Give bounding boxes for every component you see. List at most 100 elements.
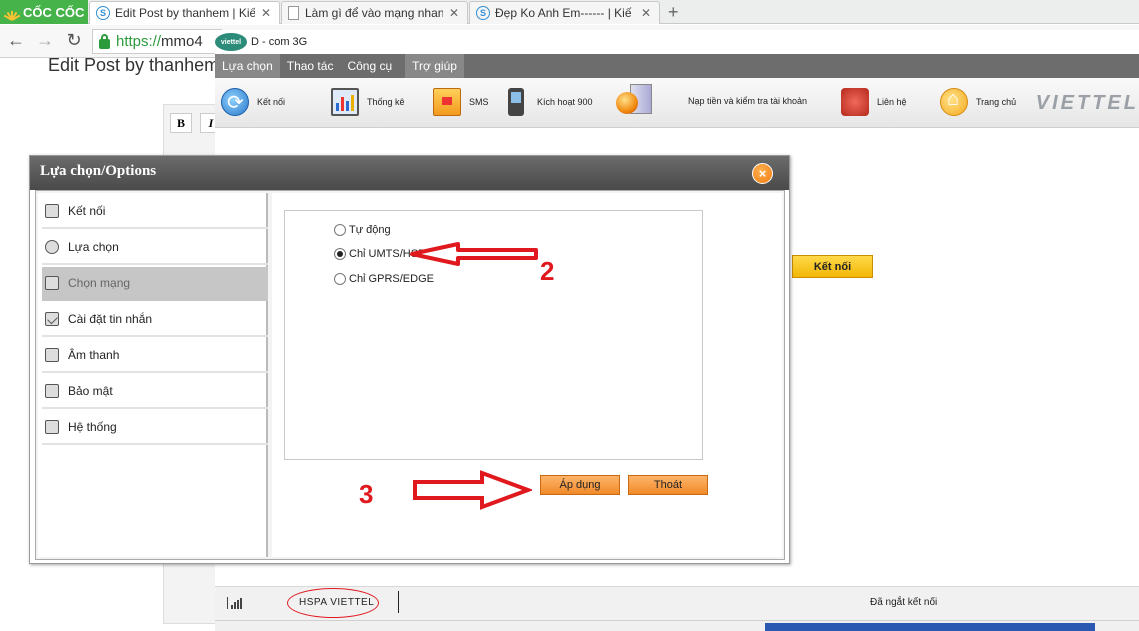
toolbar-statistics-button[interactable]: Thống kê <box>331 88 405 116</box>
browser-tabstrip: CỐC CỐC S Edit Post by thanhem | Kiế ✕ L… <box>0 0 1139 24</box>
telephone-icon <box>841 88 869 116</box>
bold-button[interactable]: B <box>170 113 192 133</box>
annotation-step-3: 3 <box>359 479 374 509</box>
status-separator <box>398 591 399 613</box>
sidebar-item-label: Chọn mạng <box>68 276 131 290</box>
app-title: D - com 3G <box>251 36 308 48</box>
sidebar-item-messages[interactable]: Cài đặt tin nhắn <box>42 303 268 337</box>
toolbar-contact-button[interactable]: Liên hệ <box>841 88 907 116</box>
browser-brand[interactable]: CỐC CỐC <box>0 0 88 24</box>
toolbar-label: SMS <box>469 97 489 107</box>
page-title: Edit Post by thanhem <box>48 55 220 75</box>
app-toolbar: Kết nối Thống kê SMS Kích hoạt 900 Nạp t… <box>215 78 1139 128</box>
browser-tab-1[interactable]: S Edit Post by thanhem | Kiế ✕ <box>89 1 280 24</box>
speaker-icon <box>45 348 59 362</box>
connect-button[interactable]: Kết nối <box>792 255 873 278</box>
dialog-title: Lựa chọn/Options <box>40 163 157 179</box>
sidebar-item-sound[interactable]: Âm thanh <box>42 339 268 373</box>
app-titlebar: viettel D - com 3G <box>215 30 1139 54</box>
options-sidebar: Kết nối Lựa chọn Chọn mạng Cài đặt tin n… <box>38 193 268 557</box>
options-icon <box>45 240 59 254</box>
browser-tab-3[interactable]: S Đẹp Ko Anh Em------ | Kiế ✕ <box>469 1 660 24</box>
sidebar-item-system[interactable]: Hệ thống <box>42 411 268 445</box>
back-icon[interactable]: ← <box>6 30 26 51</box>
browser-tab-label: Làm gì để vào mạng nhanh <box>305 6 443 20</box>
sidebar-item-options[interactable]: Lựa chọn <box>42 231 268 265</box>
apply-button[interactable]: Áp dụng <box>540 475 620 495</box>
sidebar-item-connection[interactable]: Kết nối <box>42 195 268 229</box>
reload-icon[interactable]: ↻ <box>64 30 84 51</box>
sidebar-item-network[interactable]: Chọn mạng <box>42 267 268 301</box>
sidebar-item-label: Hệ thống <box>68 420 117 434</box>
sidebar-item-label: Lựa chọn <box>68 240 119 254</box>
toolbar-label: Kích hoạt 900 <box>537 97 593 107</box>
sidebar-item-security[interactable]: Bảo mật <box>42 375 268 409</box>
sidebar-item-label: Âm thanh <box>68 348 120 362</box>
connection-icon <box>45 204 59 218</box>
browser-tab-label: Đẹp Ko Anh Em------ | Kiế <box>495 6 632 20</box>
network-label: HSPA VIETTEL <box>299 597 375 608</box>
radio-button[interactable] <box>334 273 346 285</box>
toolbar-home-button[interactable]: Trang chủ <box>940 88 1016 116</box>
connect-icon <box>221 88 249 116</box>
close-icon[interactable]: × <box>752 163 773 184</box>
toolbar-label: Liên hệ <box>877 97 907 107</box>
new-tab-icon[interactable]: + <box>668 2 679 23</box>
document-favicon-icon <box>288 6 299 20</box>
radio-label: Chỉ GPRS/EDGE <box>349 273 434 285</box>
menu-tools[interactable]: Công cụ <box>340 54 399 78</box>
sidebar-item-label: Kết nối <box>68 204 106 218</box>
toolbar-sms-button[interactable]: SMS <box>433 88 489 116</box>
dialog-titlebar: Lựa chọn/Options × <box>30 156 789 190</box>
toolbar-label: Kết nối <box>257 97 286 107</box>
bottom-strip <box>215 620 1139 631</box>
browser-tab-label: Edit Post by thanhem | Kiế <box>115 6 255 20</box>
toolbar-label: Trang chủ <box>976 97 1017 107</box>
app-statusbar: HSPA VIETTEL Đã ngắt kết nối <box>215 586 1139 620</box>
signal-strength-icon <box>227 597 242 609</box>
radio-option-gprs[interactable]: Chỉ GPRS/EDGE <box>334 273 434 285</box>
connection-status: Đã ngắt kết nối <box>870 597 938 608</box>
url-host: mmo4 <box>161 33 203 50</box>
annotation-step-2: 2 <box>540 256 555 286</box>
network-icon <box>45 276 59 290</box>
tab-close-icon[interactable]: ✕ <box>449 6 459 20</box>
lock-icon <box>99 33 110 49</box>
phone-icon <box>508 88 524 116</box>
exit-button[interactable]: Thoát <box>628 475 708 495</box>
viettel-logo-text: viettel <box>220 38 242 46</box>
tab-close-icon[interactable]: ✕ <box>641 6 651 20</box>
viettel-logo: viettel <box>215 33 247 51</box>
menu-options[interactable]: Lựa chọn <box>215 54 280 78</box>
browser-brand-label: CỐC CỐC <box>23 4 85 20</box>
toolbar-label: Nạp tiền và kiểm tra tài khoản <box>688 96 808 106</box>
sms-icon <box>433 88 461 116</box>
toolbar-activate-button[interactable]: Kích hoạt 900 <box>503 88 593 116</box>
browser-tab-2[interactable]: Làm gì để vào mạng nhanh ✕ <box>281 1 468 24</box>
radio-option-auto[interactable]: Tự động <box>334 224 391 236</box>
url-scheme: https:// <box>116 33 162 50</box>
options-dialog: Lựa chọn/Options × Kết nối Lựa chọn Chọn… <box>29 155 790 564</box>
site-favicon-icon: S <box>96 6 110 20</box>
toolbar-connect-button[interactable]: Kết nối <box>221 88 285 116</box>
tab-close-icon[interactable]: ✕ <box>261 6 271 20</box>
radio-button[interactable] <box>334 248 346 260</box>
radio-label: Tự động <box>349 224 391 236</box>
sidebar-item-label: Bảo mật <box>68 384 113 398</box>
site-favicon-icon: S <box>476 6 490 20</box>
coccoc-logo-icon <box>3 4 21 21</box>
app-menubar: Lựa chọn Thao tác Công cụ Trợ giúp <box>215 54 1139 78</box>
mail-icon <box>45 312 59 326</box>
forward-icon[interactable]: → <box>35 30 55 51</box>
menu-help[interactable]: Trợ giúp <box>405 54 464 78</box>
menu-actions[interactable]: Thao tác <box>280 54 341 78</box>
lock-icon <box>45 384 59 398</box>
toolbar-topup-button[interactable]: Nạp tiền và kiểm tra tài khoản <box>616 84 807 118</box>
annotation-arrow-2 <box>410 242 538 266</box>
radio-button[interactable] <box>334 224 346 236</box>
statistics-icon <box>331 88 359 116</box>
address-bar[interactable]: https:// mmo4 <box>92 29 222 54</box>
toolbar-label: Thống kê <box>367 97 405 107</box>
viettel-brand-watermark: VIETTEL <box>1035 92 1139 114</box>
annotation-arrow-3 <box>413 470 532 510</box>
